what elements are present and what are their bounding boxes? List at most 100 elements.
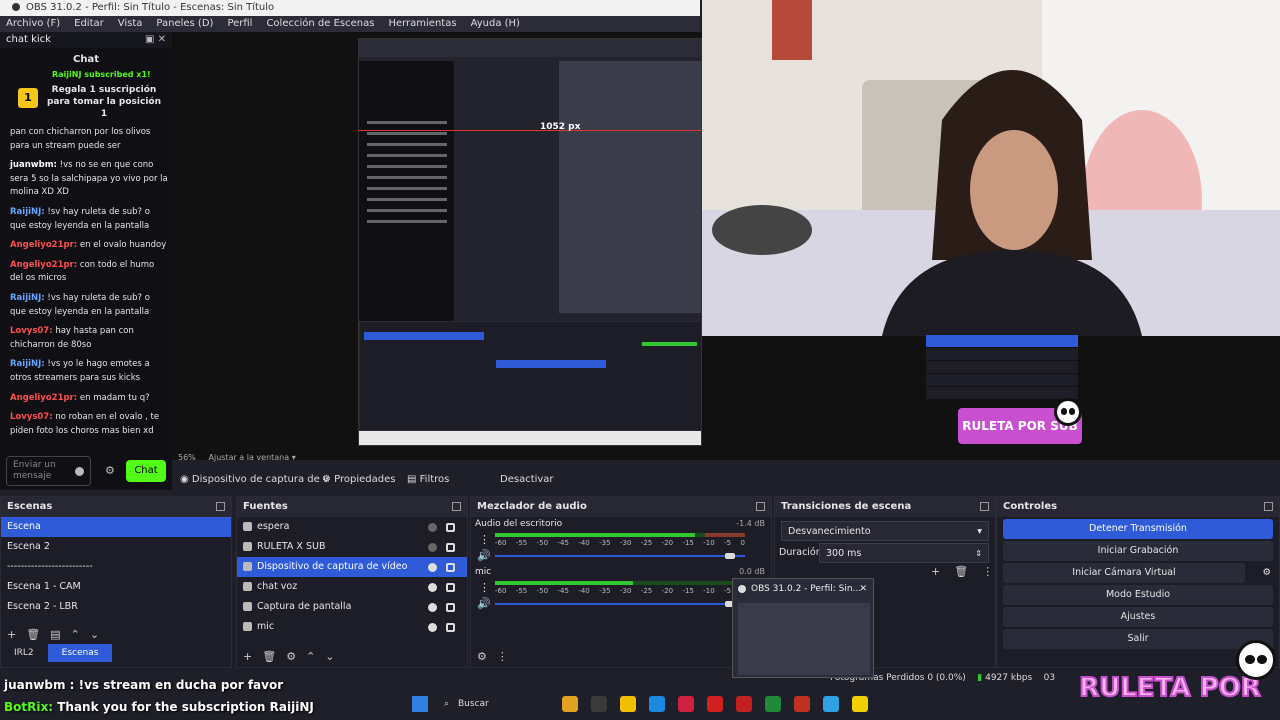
lock-icon[interactable] <box>446 523 455 532</box>
settings-button[interactable]: Ajustes <box>1003 607 1273 627</box>
kebab-icon[interactable]: ⋮ <box>479 581 490 594</box>
taskbar-app-icon[interactable] <box>707 696 723 712</box>
add-icon[interactable]: + <box>931 565 940 578</box>
source-item[interactable]: espera <box>237 517 467 537</box>
windows-start-icon[interactable] <box>412 696 428 712</box>
taskbar-app-icon[interactable] <box>678 696 694 712</box>
chat-username[interactable]: RaijiNJ: <box>10 359 45 369</box>
filter-icon[interactable]: ▤ <box>50 628 60 641</box>
eye-icon[interactable] <box>428 563 437 572</box>
chat-username[interactable]: RaijiNJ: <box>10 207 45 217</box>
gear-icon[interactable]: ⚙ <box>286 650 296 663</box>
kebab-icon[interactable]: ⋮ <box>982 565 993 578</box>
menu-edit[interactable]: Editar <box>74 16 104 32</box>
volume-knob-0[interactable] <box>725 553 735 559</box>
tab-escenas[interactable]: Escenas <box>47 644 113 662</box>
source-item[interactable]: RULETA X SUB <box>237 537 467 557</box>
taskbar-app-icon[interactable] <box>852 696 868 712</box>
emoji-icon[interactable] <box>75 467 84 476</box>
filters-button[interactable]: ▤ Filtros <box>407 470 449 490</box>
volume-slider[interactable] <box>495 601 745 607</box>
popout-icon[interactable] <box>452 502 461 511</box>
chevron-down-icon[interactable]: ⌄ <box>90 628 99 641</box>
lock-icon[interactable] <box>446 623 455 632</box>
chat-username[interactable]: RaijiNJ: <box>10 293 45 303</box>
chat-username[interactable]: Angeliyo21pr: <box>10 240 77 250</box>
properties-button[interactable]: ⚙ Propiedades <box>322 470 395 490</box>
chat-username[interactable]: Lovys07: <box>10 412 53 422</box>
popout-icon[interactable] <box>980 502 989 511</box>
trash-icon[interactable]: 🗑 <box>262 650 276 663</box>
menu-profile[interactable]: Perfil <box>227 16 252 32</box>
taskbar-app-icon[interactable] <box>649 696 665 712</box>
lock-icon[interactable] <box>446 583 455 592</box>
chat-username[interactable]: juanwbm: <box>10 160 57 170</box>
scene-item[interactable]: Escena 1 - CAM <box>1 577 231 597</box>
exit-button[interactable]: Salir <box>1003 629 1273 649</box>
eye-icon[interactable] <box>428 623 437 632</box>
gear-icon[interactable]: ⚙ <box>1262 563 1271 583</box>
close-icon[interactable]: ✕ <box>859 579 867 599</box>
taskbar-app-icon[interactable] <box>620 696 636 712</box>
taskbar-app-icon[interactable] <box>794 696 810 712</box>
menu-file[interactable]: Archivo (F) <box>6 16 60 32</box>
lock-icon[interactable] <box>446 563 455 572</box>
deactivate-button[interactable]: Desactivar <box>500 470 554 490</box>
eye-off-icon[interactable] <box>428 543 437 552</box>
taskbar-app-icon[interactable] <box>765 696 781 712</box>
taskbar-search[interactable]: ⌕ Buscar <box>440 696 560 712</box>
menu-view[interactable]: Vista <box>118 16 143 32</box>
zoom-level[interactable]: 56% <box>178 453 196 462</box>
volume-slider[interactable] <box>495 553 745 559</box>
chevron-down-icon[interactable]: ⌄ <box>325 650 334 663</box>
scene-item[interactable]: ------------------------- <box>1 557 231 577</box>
source-item[interactable]: Dispositivo de captura de vídeo <box>237 557 467 577</box>
source-item[interactable]: chat voz <box>237 577 467 597</box>
popout-icon[interactable] <box>756 502 765 511</box>
chevron-up-icon[interactable]: ⌃ <box>306 650 315 663</box>
kebab-icon[interactable]: ⋮ <box>497 650 508 663</box>
studio-mode-button[interactable]: Modo Estudio <box>1003 585 1273 605</box>
menu-help[interactable]: Ayuda (H) <box>471 16 520 32</box>
chat-send-button[interactable]: Chat <box>126 460 166 482</box>
kebab-icon[interactable]: ⋮ <box>479 533 490 546</box>
chat-username[interactable]: Angeliyo21pr: <box>10 393 77 403</box>
spinner-icon[interactable]: ⇕ <box>975 544 982 564</box>
popout-icon[interactable] <box>1264 502 1273 511</box>
scene-item[interactable]: Escena <box>1 517 231 537</box>
chevron-down-icon[interactable]: ▾ <box>292 453 296 462</box>
popout-icon[interactable] <box>216 502 225 511</box>
fit-window[interactable]: Ajustar a la ventana <box>209 453 290 462</box>
lock-icon[interactable] <box>446 603 455 612</box>
add-icon[interactable]: + <box>7 628 16 641</box>
scene-item[interactable]: Escena 2 - LBR <box>1 597 231 617</box>
menu-scene-collection[interactable]: Colección de Escenas <box>266 16 374 32</box>
duration-input[interactable]: 300 ms ⇕ <box>819 543 989 563</box>
lock-icon[interactable] <box>446 543 455 552</box>
chat-username[interactable]: Angeliyo21pr: <box>10 260 77 270</box>
taskbar-app-icon[interactable] <box>591 696 607 712</box>
chat-settings-icon[interactable]: ⚙ <box>105 464 115 477</box>
chat-dock-controls[interactable]: ▣ ✕ <box>145 32 166 48</box>
chat-input[interactable]: Enviar un mensaje <box>6 456 91 486</box>
taskbar-app-icon[interactable] <box>736 696 752 712</box>
source-item[interactable]: Captura de pantalla <box>237 597 467 617</box>
gear-icon[interactable]: ⚙ <box>477 650 487 663</box>
transition-select[interactable]: Desvanecimiento ▾ <box>781 521 989 541</box>
trash-icon[interactable]: 🗑 <box>954 565 968 578</box>
tab-irl2[interactable]: IRL2 <box>0 644 48 662</box>
start-virtual-camera-button[interactable]: Iniciar Cámara Virtual ⚙ <box>1003 563 1271 583</box>
menu-tools[interactable]: Herramientas <box>388 16 456 32</box>
add-icon[interactable]: + <box>243 650 252 663</box>
eye-icon[interactable] <box>428 583 437 592</box>
taskbar-preview-popup[interactable]: OBS 31.0.2 - Perfil: Sin... ✕ <box>732 578 874 678</box>
taskbar-app-icon[interactable] <box>823 696 839 712</box>
source-item[interactable]: mic <box>237 617 467 637</box>
start-recording-button[interactable]: Iniciar Grabación <box>1003 541 1273 561</box>
eye-icon[interactable] <box>428 603 437 612</box>
taskbar-app-icon[interactable] <box>562 696 578 712</box>
popup-thumbnail[interactable] <box>738 603 870 675</box>
scene-item[interactable]: Escena 2 <box>1 537 231 557</box>
chevron-up-icon[interactable]: ⌃ <box>71 628 80 641</box>
speaker-icon[interactable]: 🔊 <box>477 549 491 562</box>
